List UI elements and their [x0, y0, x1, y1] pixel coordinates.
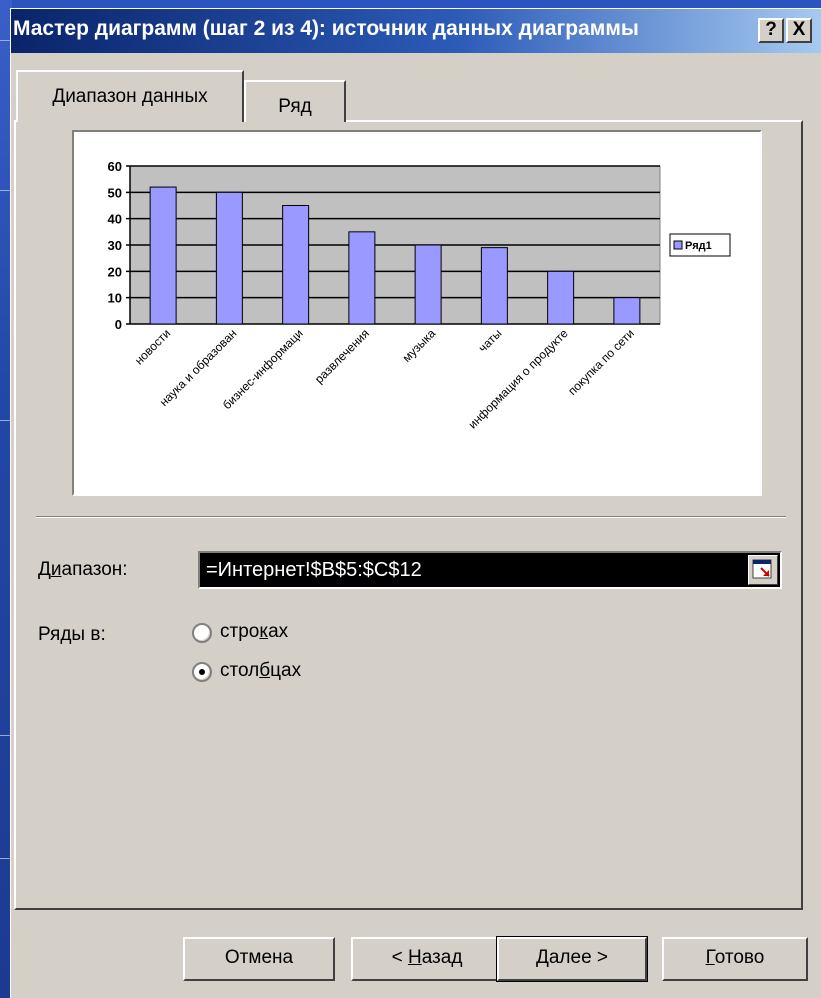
radio-columns-label: столбцах: [220, 660, 301, 682]
back-button-part: <: [391, 947, 408, 968]
radio-button[interactable]: [192, 623, 212, 643]
y-tick-label: 60: [108, 159, 122, 174]
range-label: Диапазон:: [38, 559, 128, 581]
back-button-hotkey: Н: [407, 947, 422, 968]
y-tick-label: 20: [108, 264, 122, 279]
radio-dot: [199, 669, 205, 675]
radio-button-selected[interactable]: [192, 662, 212, 682]
chart-preview: 0 10 20 30 40 50 60 новости наука и образован биз…: [72, 130, 762, 496]
radio-columns-hotkey: б: [259, 660, 271, 681]
legend-swatch: [673, 240, 683, 250]
y-tick-label: 0: [115, 317, 122, 332]
radio-rows-label: строках: [220, 621, 288, 643]
x-tick-label: новости: [132, 326, 173, 367]
bar: [414, 244, 442, 325]
x-tick-label: музыка: [400, 326, 439, 365]
y-tick-label: 30: [108, 238, 122, 253]
bar: [348, 231, 376, 325]
title-bar[interactable]: Мастер диаграмм (шаг 2 из 4): источник д…: [11, 9, 821, 53]
back-button[interactable]: < Назад: [351, 937, 503, 981]
range-input[interactable]: =Интернет!$B$5:$C$12: [198, 551, 782, 589]
finish-button-part: отово: [714, 947, 765, 968]
x-tick-label: чаты: [476, 326, 505, 355]
next-button[interactable]: Далее >: [496, 936, 648, 982]
bar: [149, 186, 177, 325]
radio-columns-label-part: стол: [220, 660, 260, 681]
radio-columns-label-part: цах: [270, 660, 302, 681]
y-tick-label: 50: [108, 185, 122, 200]
cancel-button[interactable]: Отмена: [183, 937, 335, 981]
back-button-part: азад: [421, 947, 463, 968]
radio-rows-hotkey: к: [259, 621, 269, 642]
next-button-hotkey: Д: [535, 947, 549, 968]
tab-data-range[interactable]: Диапазон данных: [16, 70, 244, 122]
x-tick-label: развлечения: [312, 326, 372, 386]
range-input-value: =Интернет!$B$5:$C$12: [206, 559, 422, 581]
bar: [613, 297, 641, 325]
collapse-dialog-icon[interactable]: [748, 555, 778, 585]
y-tick-label: 10: [108, 291, 122, 306]
finish-button[interactable]: Готово: [662, 937, 808, 981]
range-label-part: Д: [38, 559, 51, 580]
chart-svg: 0102030405060новостинаука и образованбиз…: [108, 159, 731, 432]
radio-rows-label-part: ах: [268, 621, 289, 642]
tab-series[interactable]: Ряд: [244, 80, 346, 122]
bar: [215, 191, 243, 325]
range-label-part: апазон:: [61, 559, 128, 580]
y-tick-label: 40: [108, 212, 122, 227]
bar: [480, 247, 508, 325]
legend-label: Ряд1: [685, 240, 712, 252]
bar: [547, 270, 575, 325]
series-in-label: Ряды в:: [38, 624, 106, 645]
finish-button-hotkey: Г: [705, 947, 715, 968]
close-button[interactable]: X: [786, 18, 812, 43]
range-label-hotkey: и: [50, 559, 62, 580]
dialog-title: Мастер диаграмм (шаг 2 из 4): источник д…: [13, 17, 639, 40]
next-button-part: алее >: [548, 947, 609, 968]
separator: [36, 516, 786, 518]
help-button[interactable]: ?: [758, 18, 784, 43]
x-tick-label: покупка по сети: [565, 326, 637, 398]
radio-rows-label-part: стро: [220, 621, 260, 642]
bar: [282, 205, 310, 325]
